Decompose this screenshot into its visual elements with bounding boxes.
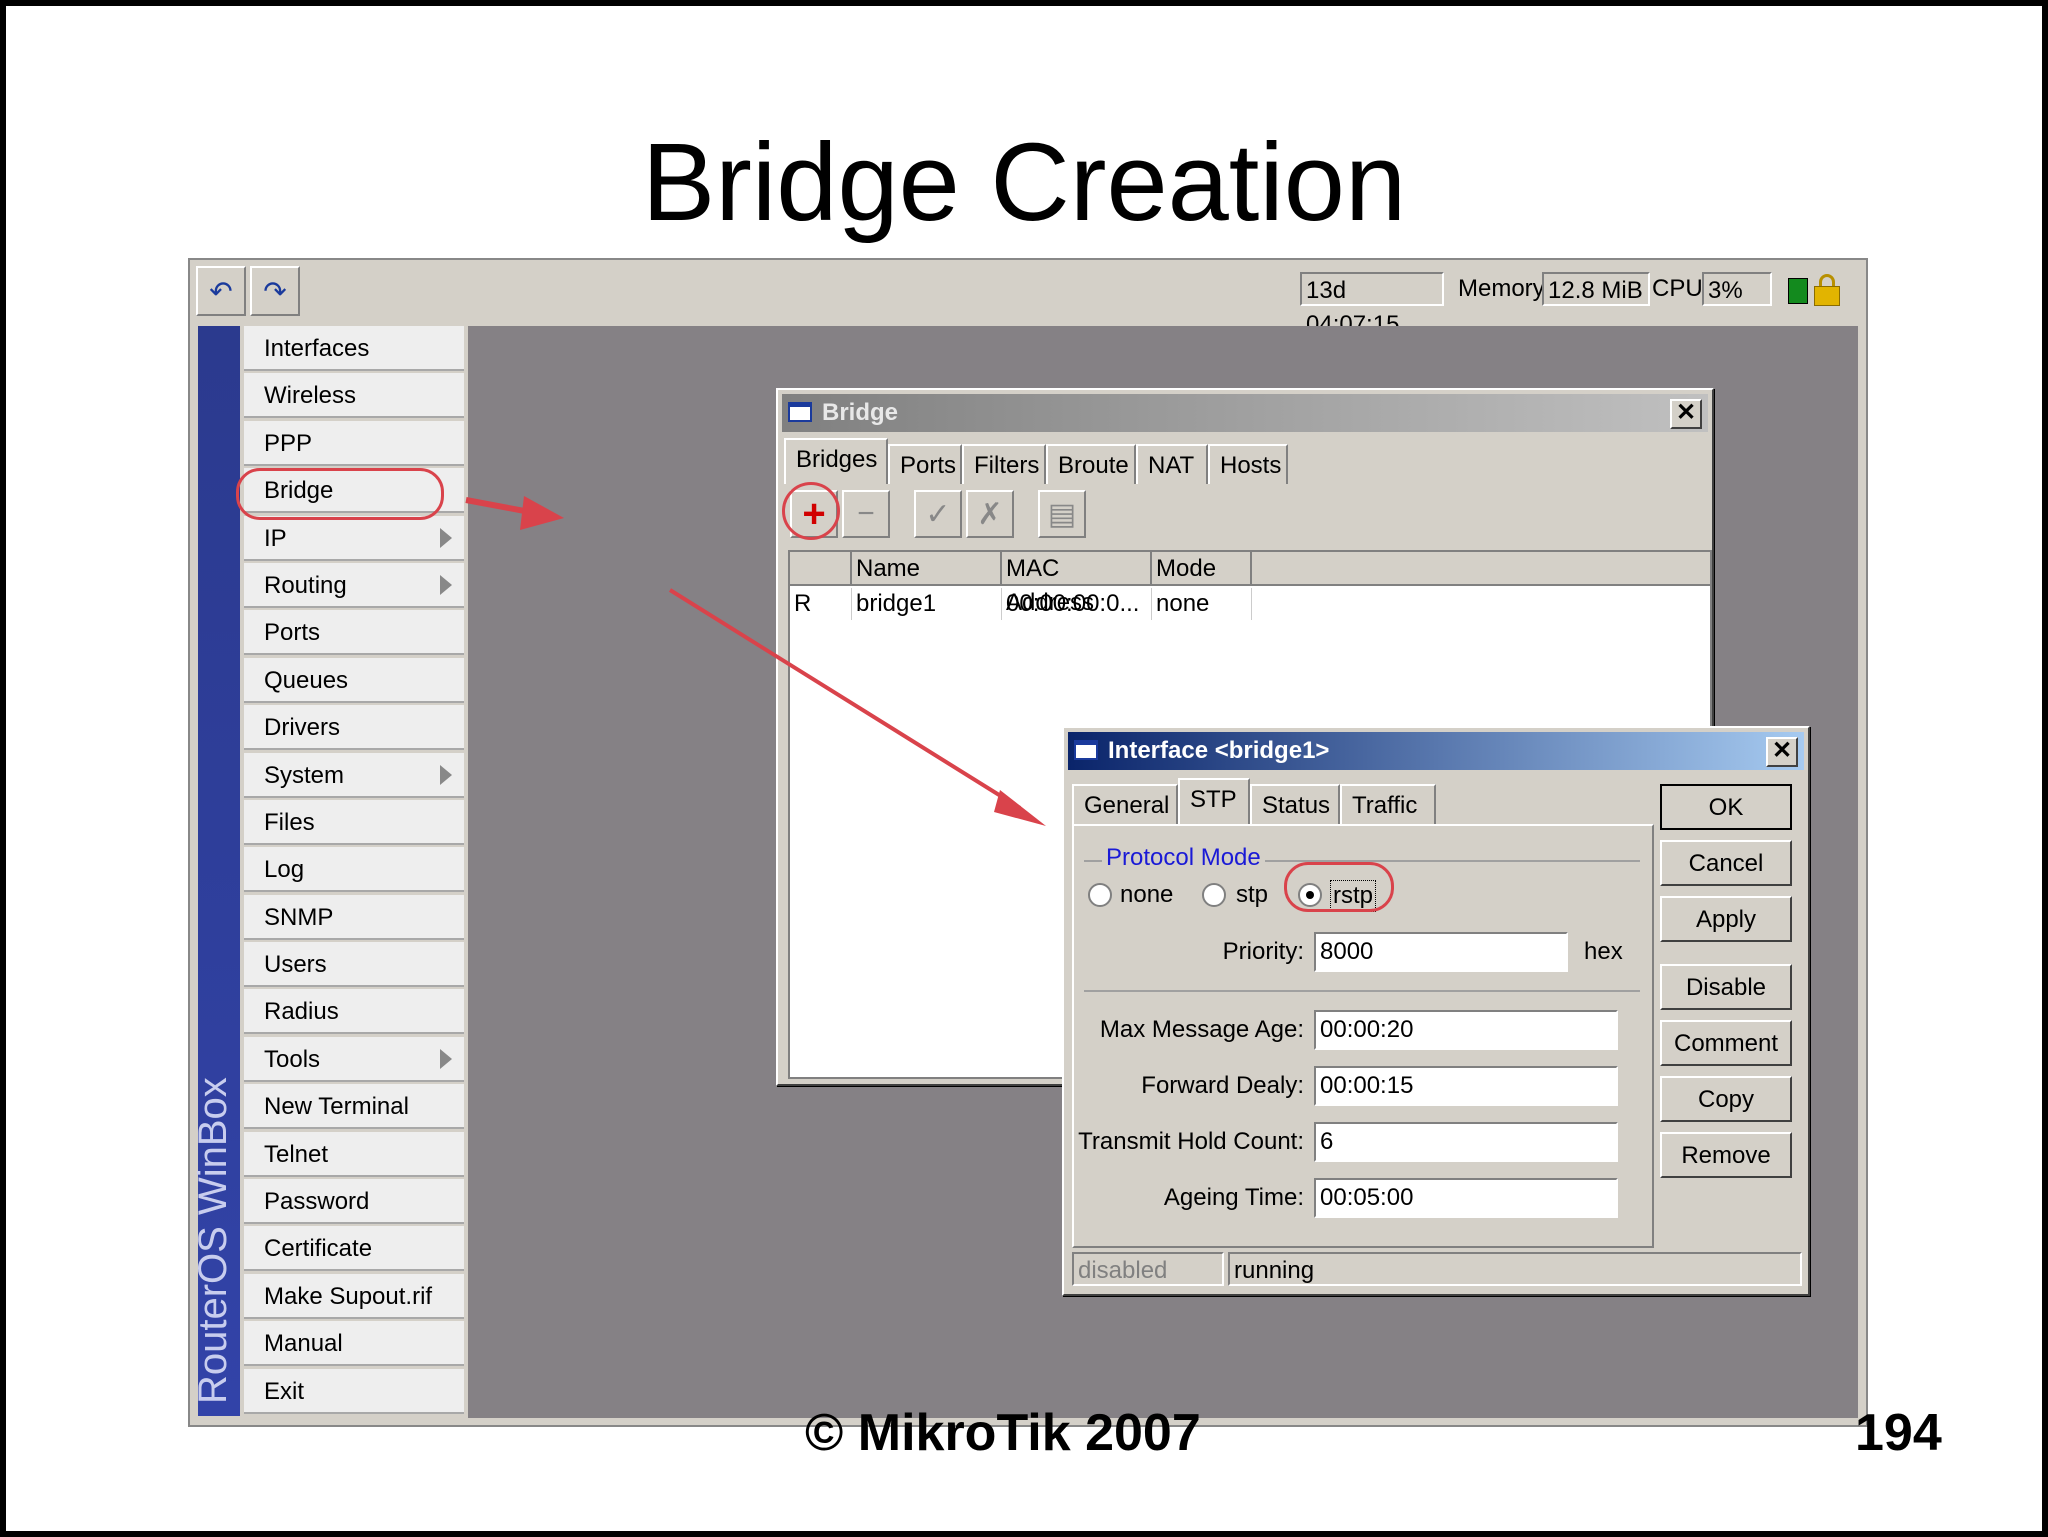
page-number: 194 (1855, 1404, 1942, 1462)
slide-title: Bridge Creation (641, 121, 1407, 244)
arrow-head-menu (520, 496, 564, 530)
arrow-line-menu (465, 497, 531, 515)
arrow-head-stp (994, 790, 1046, 826)
annotation-arrows (465, 496, 1046, 826)
arrow-line-stp (668, 588, 1022, 810)
winbox-window: ↶ ↷ 13d 04:07:15 Memory: 12.8 MiB CPU: 3… (188, 258, 1868, 1427)
slide-footer: © MikroTik 2007 (805, 1404, 1201, 1462)
